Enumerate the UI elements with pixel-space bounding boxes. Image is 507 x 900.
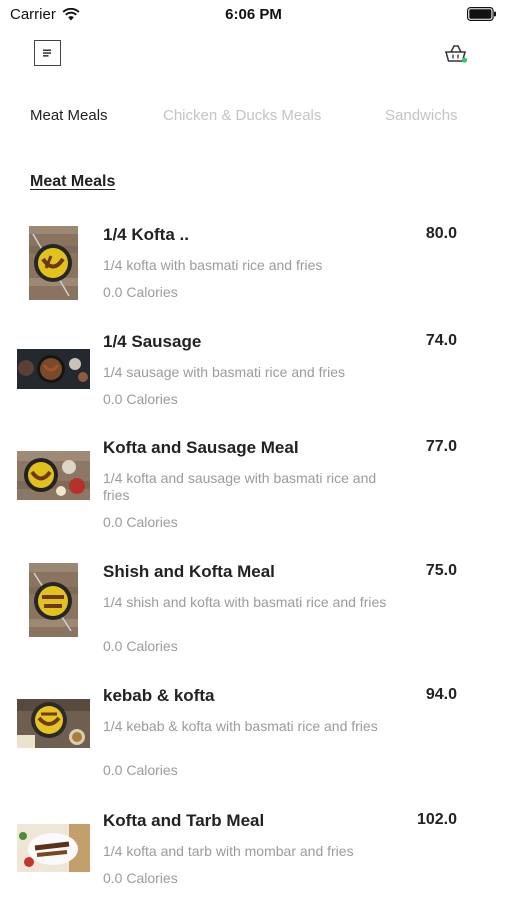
menu-icon (43, 49, 51, 57)
tab-meat-meals[interactable]: Meat Meals (30, 107, 108, 124)
item-description: 1/4 kofta and tarb with mombar and fries (103, 843, 354, 859)
item-calories: 0.0 Calories (103, 284, 178, 300)
category-tabs: Meat Meals Chicken & Ducks Meals Sandwic… (0, 107, 507, 127)
menu-item-kebab-kofta[interactable]: kebab & kofta 94.0 1/4 kebab & kofta wit… (0, 686, 507, 786)
item-description: 1/4 kofta and sausage with basmati rice … (103, 470, 377, 503)
shopping-basket-icon[interactable] (443, 43, 469, 65)
item-name: Kofta and Tarb Meal (103, 811, 265, 830)
item-image (17, 699, 90, 748)
item-image (17, 451, 90, 500)
tab-sandwichs[interactable]: Sandwichs (385, 107, 458, 124)
item-name: 1/4 Kofta .. (103, 225, 189, 244)
item-calories: 0.0 Calories (103, 514, 178, 530)
menu-button[interactable] (34, 40, 61, 66)
nav-bar (0, 38, 507, 70)
item-description: 1/4 kebab & kofta with basmati rice and … (103, 718, 378, 734)
item-calories: 0.0 Calories (103, 391, 178, 407)
item-calories: 0.0 Calories (103, 638, 178, 654)
item-calories: 0.0 Calories (103, 870, 178, 886)
status-bar: Carrier 6:06 PM (0, 0, 507, 28)
item-description: 1/4 shish and kofta with basmati rice an… (103, 594, 387, 610)
section-title: Meat Meals (30, 173, 116, 190)
item-price: 94.0 (425, 686, 457, 703)
item-image (29, 563, 78, 637)
menu-item-kofta-tarb-meal[interactable]: Kofta and Tarb Meal 102.0 1/4 kofta and … (0, 811, 507, 896)
status-time: 6:06 PM (225, 6, 282, 23)
item-price: 74.0 (425, 332, 457, 349)
item-image (17, 349, 90, 389)
item-price: 77.0 (425, 438, 457, 455)
item-image (29, 226, 78, 300)
item-description: 1/4 sausage with basmati rice and fries (103, 364, 346, 380)
item-price: 75.0 (425, 562, 457, 579)
item-calories: 0.0 Calories (103, 762, 178, 778)
item-price: 80.0 (425, 225, 457, 242)
menu-item-sausage[interactable]: 1/4 Sausage 74.0 1/4 sausage with basmat… (0, 332, 507, 412)
item-image (17, 824, 90, 872)
item-description: 1/4 kofta with basmati rice and fries (103, 257, 323, 273)
battery-icon (467, 7, 496, 21)
menu-item-kofta-sausage-meal[interactable]: Kofta and Sausage Meal 77.0 1/4 kofta an… (0, 438, 507, 538)
item-name: Shish and Kofta Meal (103, 562, 275, 581)
item-name: kebab & kofta (103, 686, 215, 705)
item-price: 102.0 (416, 811, 457, 828)
tab-chicken-ducks-meals[interactable]: Chicken & Ducks Meals (163, 107, 321, 124)
item-name: Kofta and Sausage Meal (103, 438, 299, 457)
menu-item-kofta[interactable]: 1/4 Kofta .. 80.0 1/4 kofta with basmati… (0, 225, 507, 305)
menu-item-shish-kofta-meal[interactable]: Shish and Kofta Meal 75.0 1/4 shish and … (0, 562, 507, 662)
item-name: 1/4 Sausage (103, 332, 202, 351)
